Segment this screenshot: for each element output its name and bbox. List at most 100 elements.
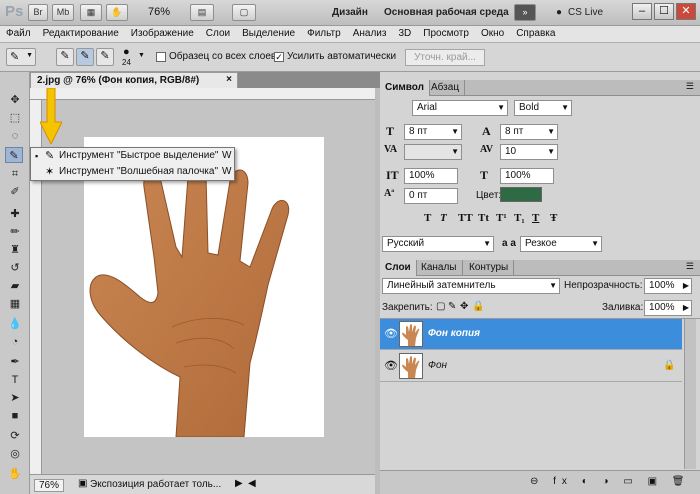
lock-all-icon[interactable]: 🔒 <box>472 301 484 312</box>
chevron-down-icon[interactable]: ▼ <box>138 52 145 59</box>
layers-scrollbar[interactable] <box>684 319 696 469</box>
antialias-select[interactable]: Резкое ▼ <box>520 236 602 252</box>
gradient-tool-icon[interactable]: ▦ <box>6 296 24 312</box>
clone-stamp-tool-icon[interactable]: ♜ <box>6 242 24 258</box>
hand-tool-button[interactable]: ✋ <box>106 4 128 21</box>
font-size-select[interactable]: 8 пт ▼ <box>404 124 462 140</box>
leading-select[interactable]: 8 пт ▼ <box>500 124 558 140</box>
strikethrough-button[interactable]: Ŧ <box>550 212 557 224</box>
opacity-input[interactable]: 100% ▶ <box>644 278 692 294</box>
tab-paths[interactable]: Контуры <box>464 260 515 276</box>
kerning-select[interactable]: ▼ <box>404 144 462 160</box>
panel-menu-icon[interactable]: ☰ <box>686 81 694 92</box>
blur-tool-icon[interactable]: 💧 <box>6 316 24 332</box>
marquee-tool-icon[interactable]: ⬚ <box>6 110 24 126</box>
tab-character[interactable]: Символ <box>380 80 430 96</box>
lasso-tool-icon[interactable]: ◌ <box>6 128 24 144</box>
shape-tool-icon[interactable]: ■ <box>6 408 24 424</box>
horizontal-ruler[interactable] <box>30 88 375 100</box>
mini-bridge-button[interactable]: Mb <box>52 4 74 21</box>
screen-mode-button[interactable]: ▢ <box>232 4 256 21</box>
panel-menu-icon[interactable]: ☰ <box>686 261 694 272</box>
subscript-button[interactable]: T₁ <box>514 212 525 224</box>
brush-tool-icon[interactable]: ✏ <box>6 224 24 240</box>
baseline-shift-input[interactable]: 0 пт <box>404 188 458 204</box>
quick-selection-tool-icon[interactable]: ✎ <box>5 147 23 163</box>
status-text[interactable]: Экспозиция работает толь... <box>90 479 221 490</box>
refine-edge-button[interactable]: Уточн. край... <box>405 49 485 66</box>
minimize-button[interactable]: – <box>632 3 652 20</box>
small-caps-button[interactable]: Tt <box>478 212 489 224</box>
font-style-select[interactable]: Bold ▼ <box>514 100 572 116</box>
workspace-design[interactable]: Дизайн <box>332 7 368 18</box>
close-document-icon[interactable]: × <box>226 74 232 85</box>
menu-select[interactable]: Выделение <box>236 26 301 42</box>
lock-transparency-icon[interactable]: ▢ <box>436 301 445 312</box>
menu-window[interactable]: Окно <box>475 26 510 42</box>
status-menu-icon[interactable]: ▶ <box>235 478 243 489</box>
3d-orbit-tool-icon[interactable]: ◎ <box>6 446 24 462</box>
zoom-level[interactable]: 76% <box>148 6 170 18</box>
subtract-from-selection-button[interactable]: ✎ <box>96 48 114 66</box>
history-brush-tool-icon[interactable]: ↺ <box>6 260 24 276</box>
tool-preset-picker[interactable]: ✎ ▼ <box>6 48 36 66</box>
move-tool-icon[interactable]: ✥ <box>6 92 24 108</box>
status-zoom[interactable]: 76% <box>34 479 65 492</box>
faux-italic-button[interactable]: T <box>440 212 447 224</box>
all-caps-button[interactable]: TT <box>458 212 473 224</box>
tab-layers[interactable]: Слои <box>380 260 417 276</box>
cs-live-icon[interactable]: ● <box>556 7 562 18</box>
crop-tool-icon[interactable]: ⌗ <box>6 166 24 182</box>
lock-position-icon[interactable]: ✥ <box>460 301 468 312</box>
hand-tool-icon[interactable]: ✋ <box>6 466 24 482</box>
layer-name[interactable]: Фон копия <box>428 328 480 339</box>
bridge-button[interactable]: Br <box>28 4 48 21</box>
lock-image-icon[interactable]: ✎ <box>448 301 456 312</box>
auto-enhance-checkbox[interactable]: ✓ <box>274 52 284 62</box>
type-tool-icon[interactable]: T <box>6 372 24 388</box>
fill-input[interactable]: 100% ▶ <box>644 300 692 316</box>
superscript-button[interactable]: T¹ <box>496 212 507 224</box>
layer-row[interactable]: 👁 Фон копия <box>380 319 682 350</box>
faux-bold-button[interactable]: T <box>424 212 431 224</box>
tracking-select[interactable]: 10 ▼ <box>500 144 558 160</box>
arrange-documents-button[interactable]: ▤ <box>190 4 214 21</box>
blend-mode-select[interactable]: Линейный затемнитель ▼ <box>382 278 560 294</box>
eye-icon[interactable]: 👁 <box>384 327 398 340</box>
flyout-item-quick-selection[interactable]: ▪ ✎ Инструмент "Быстрое выделение" W <box>31 148 234 164</box>
dodge-tool-icon[interactable]: ◔ <box>6 334 24 350</box>
language-select[interactable]: Русский ▼ <box>382 236 494 252</box>
horizontal-scale-input[interactable]: 100% <box>500 168 554 184</box>
view-extras-button[interactable]: ▦ <box>80 4 102 21</box>
cs-live-label[interactable]: CS Live <box>568 7 603 18</box>
scroll-left-icon[interactable]: ◀ <box>248 478 256 489</box>
document-tab[interactable]: 2.jpg @ 76% (Фон копия, RGB/8#) × <box>30 72 238 88</box>
tab-channels[interactable]: Каналы <box>416 260 463 276</box>
menu-help[interactable]: Справка <box>510 26 561 42</box>
menu-filter[interactable]: Фильтр <box>301 26 347 42</box>
brush-picker[interactable]: ● 24 <box>120 46 136 68</box>
close-button[interactable]: ✕ <box>676 3 696 20</box>
menu-view[interactable]: Просмотр <box>417 26 475 42</box>
maximize-button[interactable]: ☐ <box>654 3 674 20</box>
flyout-item-magic-wand[interactable]: ✶ Инструмент "Волшебная палочка" W <box>31 164 234 180</box>
eraser-tool-icon[interactable]: ▰ <box>6 278 24 294</box>
workspace-main[interactable]: Основная рабочая среда <box>384 7 509 18</box>
path-selection-tool-icon[interactable]: ➤ <box>6 390 24 406</box>
document-canvas[interactable] <box>84 137 324 438</box>
expand-workspaces-button[interactable]: » <box>514 4 536 21</box>
menu-file[interactable]: Файл <box>0 26 37 42</box>
font-family-select[interactable]: Arial ▼ <box>412 100 508 116</box>
healing-brush-tool-icon[interactable]: ✚ <box>6 206 24 222</box>
sample-all-layers-checkbox[interactable] <box>156 52 166 62</box>
eye-icon[interactable]: 👁 <box>384 359 398 372</box>
pen-tool-icon[interactable]: ✒ <box>6 354 24 370</box>
text-color-swatch[interactable] <box>500 187 542 202</box>
eyedropper-tool-icon[interactable]: ✐ <box>6 184 24 200</box>
layer-name[interactable]: Фон <box>428 360 447 371</box>
new-selection-button[interactable]: ✎ <box>56 48 74 66</box>
menu-edit[interactable]: Редактирование <box>37 26 125 42</box>
3d-rotate-tool-icon[interactable]: ⟳ <box>6 428 24 444</box>
menu-analysis[interactable]: Анализ <box>347 26 393 42</box>
layer-row[interactable]: 👁 Фон 🔒 <box>380 351 682 382</box>
